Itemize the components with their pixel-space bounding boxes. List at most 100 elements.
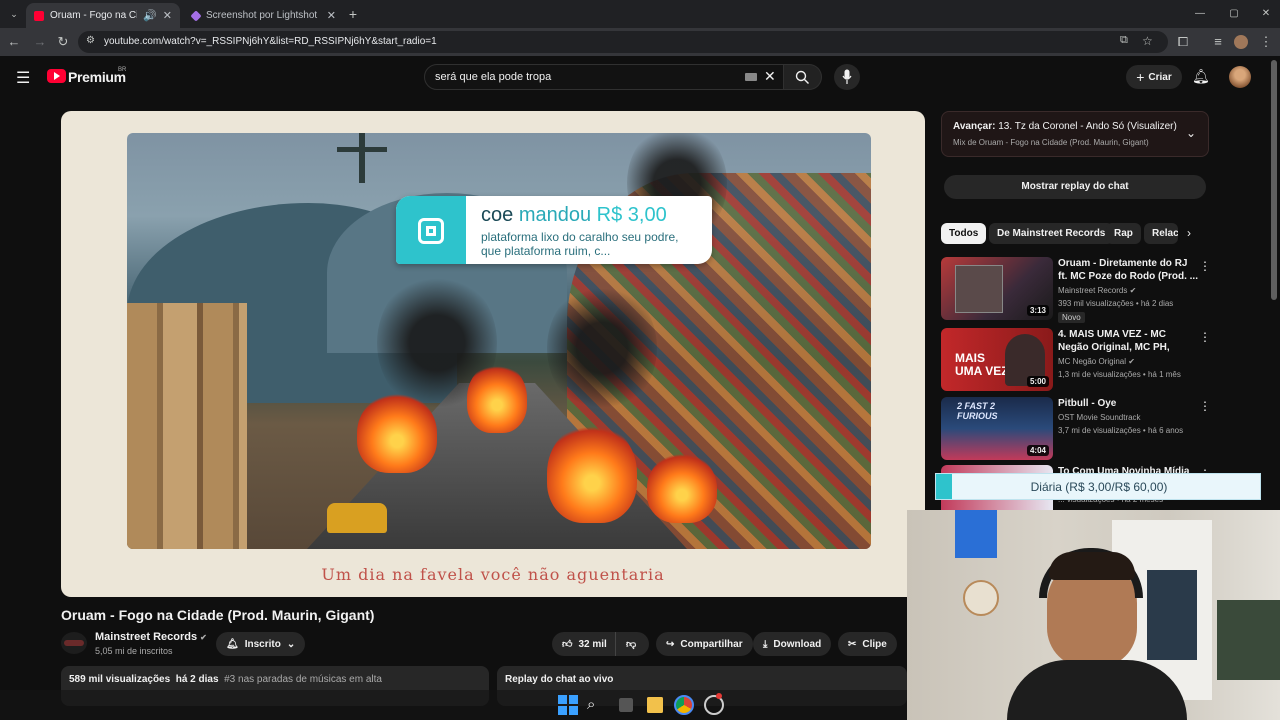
yellow-taxi (327, 503, 387, 533)
notifications-bell-icon[interactable]: 🔔︎ (1192, 68, 1210, 85)
chevron-down-icon: ⌄ (286, 638, 296, 650)
donation-alert-title: coe mandou R$ 3,00 (481, 204, 667, 227)
download-label: Download (773, 638, 822, 650)
like-button[interactable]: 👍︎ 32 mil (552, 632, 617, 656)
reload-icon[interactable]: ↻ (55, 34, 71, 50)
extensions-icon[interactable]: ⧠ (1175, 34, 1191, 50)
recommendation-channel: Mainstreet Records ✔ (1058, 286, 1136, 295)
chrome-icon[interactable] (674, 695, 694, 715)
forward-icon[interactable]: → (32, 34, 48, 50)
video-thumbnail[interactable]: MAIS UMA VEZ 5:00 (941, 328, 1053, 391)
christ-statue (359, 133, 365, 183)
recommendation-channel: MC Negão Original ✔ (1058, 357, 1135, 366)
channel-text: MC Negão Original (1058, 357, 1127, 366)
chip-from-channel[interactable]: De Mainstreet Records (989, 223, 1114, 244)
shelf-items (1147, 570, 1197, 660)
more-options-icon[interactable]: ⋮ (1199, 330, 1211, 344)
profile-avatar[interactable] (1234, 35, 1248, 49)
download-icon: ⤓ (763, 638, 768, 650)
chip-all[interactable]: Todos (941, 223, 987, 244)
account-avatar[interactable] (1229, 66, 1251, 88)
view-count: 589 mil visualizações (69, 674, 171, 685)
close-tab-icon[interactable]: ✕ (327, 9, 336, 22)
file-explorer-icon[interactable] (647, 697, 663, 713)
mix-playlist-card[interactable]: Avançar: 13. Tz da Coronel - Ando Só (Vi… (941, 111, 1209, 157)
task-view-icon[interactable] (619, 698, 633, 712)
speaker-icon[interactable]: 🔊 (143, 9, 157, 22)
minimize-icon[interactable]: — (1192, 6, 1208, 22)
tab-title: Oruam - Fogo na Cidade (P (50, 10, 137, 21)
youtube-favicon-icon (34, 10, 44, 21)
recommendation-item[interactable]: MAIS UMA VEZ 5:00 4. MAIS UMA VEZ - MC N… (941, 328, 1211, 392)
back-icon[interactable]: ← (6, 34, 22, 50)
search-button[interactable] (784, 64, 822, 90)
voice-search-button[interactable] (834, 64, 860, 90)
tab-lightshot[interactable]: Screenshot por Lightshot ✕ (184, 3, 344, 28)
recommendation-item[interactable]: 2 FAST 2 FURIOUS 4:04 Pitbull - Oye OST … (941, 397, 1211, 461)
recommendation-title: Oruam - Diretamente do RJ ft. MC Poze do… (1058, 258, 1198, 282)
video-duration: 5:00 (1026, 376, 1049, 387)
app-icon[interactable] (704, 693, 724, 715)
donation-amount: R$ 3,00 (596, 204, 667, 226)
site-info-icon[interactable]: ⚙ (86, 35, 95, 46)
donation-verb: mandou (518, 204, 592, 226)
tab-search-icon[interactable]: ⌄ (6, 6, 22, 22)
hamburger-menu-icon[interactable]: ☰ (16, 68, 30, 88)
video-thumbnail[interactable]: 3:13 (941, 257, 1053, 320)
thumbs-down-icon: 👎︎ (626, 639, 637, 650)
close-window-icon[interactable]: ✕ (1258, 6, 1274, 22)
recommendation-item[interactable]: 3:13 Oruam - Diretamente do RJ ft. MC Po… (941, 257, 1211, 323)
install-app-icon[interactable]: ⧉ (1120, 34, 1128, 47)
bookmark-star-icon[interactable]: ☆ (1142, 34, 1153, 48)
keyboard-icon[interactable] (745, 73, 757, 81)
taskbar-search-icon[interactable]: ⌕ (587, 695, 607, 715)
page-scrollbar[interactable] (1271, 60, 1277, 300)
channel-avatar[interactable] (61, 632, 87, 654)
more-options-icon[interactable]: ⋮ (1199, 399, 1211, 413)
dislike-button[interactable]: 👎︎ (615, 632, 649, 656)
windows-taskbar: ⌕ (0, 690, 907, 720)
clip-button[interactable]: ✂ Clipe (838, 632, 897, 656)
search-query-text: será que ela pode tropa (435, 71, 552, 83)
subscribed-button[interactable]: 🔔︎ Inscrito ⌄ (216, 632, 306, 656)
create-button[interactable]: + Criar (1126, 65, 1182, 89)
share-label: Compartilhar (680, 638, 743, 650)
video-player[interactable]: Um dia na favela você não aguentaria (61, 111, 925, 597)
fire (547, 423, 637, 523)
channel-name[interactable]: Mainstreet Records ✔ (95, 631, 207, 643)
browser-menu-icon[interactable]: ⋮ (1258, 34, 1274, 50)
recommendation-meta: 1,3 mi de visualizações • há 1 mês (1058, 370, 1181, 379)
download-button[interactable]: ⤓ Download (753, 632, 832, 656)
video-duration: 4:04 (1026, 445, 1049, 456)
maximize-icon[interactable]: ▢ (1226, 6, 1242, 22)
chevron-right-icon[interactable]: › (1187, 226, 1191, 240)
new-tab-icon[interactable]: + (345, 6, 361, 22)
show-chat-replay-button[interactable]: Mostrar replay do chat (944, 175, 1206, 199)
close-tab-icon[interactable]: ✕ (163, 9, 172, 22)
chip-related[interactable]: Relac (1144, 223, 1178, 244)
chip-rap[interactable]: Rap (1106, 223, 1141, 244)
wall-poster (955, 510, 997, 558)
address-bar[interactable]: ⚙ youtube.com/watch?v=_RSSIPNj6hY&list=R… (78, 31, 1168, 53)
scissors-icon: ✂ (848, 638, 857, 650)
search-input[interactable]: será que ela pode tropa ✕ (424, 64, 784, 90)
share-button[interactable]: ↪ Compartilhar (656, 632, 753, 656)
windows-start-icon[interactable] (558, 695, 578, 715)
region-code: BR (118, 67, 127, 73)
search-icon (795, 70, 809, 84)
tab-youtube[interactable]: Oruam - Fogo na Cidade (P 🔊 ✕ (26, 3, 180, 28)
video-thumbnail[interactable]: 2 FAST 2 FURIOUS 4:04 (941, 397, 1053, 460)
more-options-icon[interactable]: ⋮ (1199, 259, 1211, 273)
trending-tag[interactable]: #3 nas paradas de músicas em alta (224, 674, 382, 685)
recommendation-meta: 3,7 mi de visualizações • há 6 anos (1058, 426, 1184, 435)
chevron-down-icon[interactable]: ⌄ (1186, 126, 1196, 140)
lightshot-favicon-icon (190, 9, 202, 22)
mix-next-up: Avançar: 13. Tz da Coronel - Ando Só (Vi… (953, 121, 1177, 132)
recommendation-channel: OST Movie Soundtrack (1058, 413, 1141, 422)
like-count: 32 mil (578, 638, 607, 650)
clear-search-icon[interactable]: ✕ (764, 68, 776, 85)
youtube-logo-icon[interactable] (47, 69, 66, 83)
channel-text: Mainstreet Records (1058, 286, 1128, 295)
media-control-icon[interactable]: ≡ (1210, 34, 1226, 50)
recommendation-title: 4. MAIS UMA VEZ - MC Negão Original, MC … (1058, 329, 1170, 353)
